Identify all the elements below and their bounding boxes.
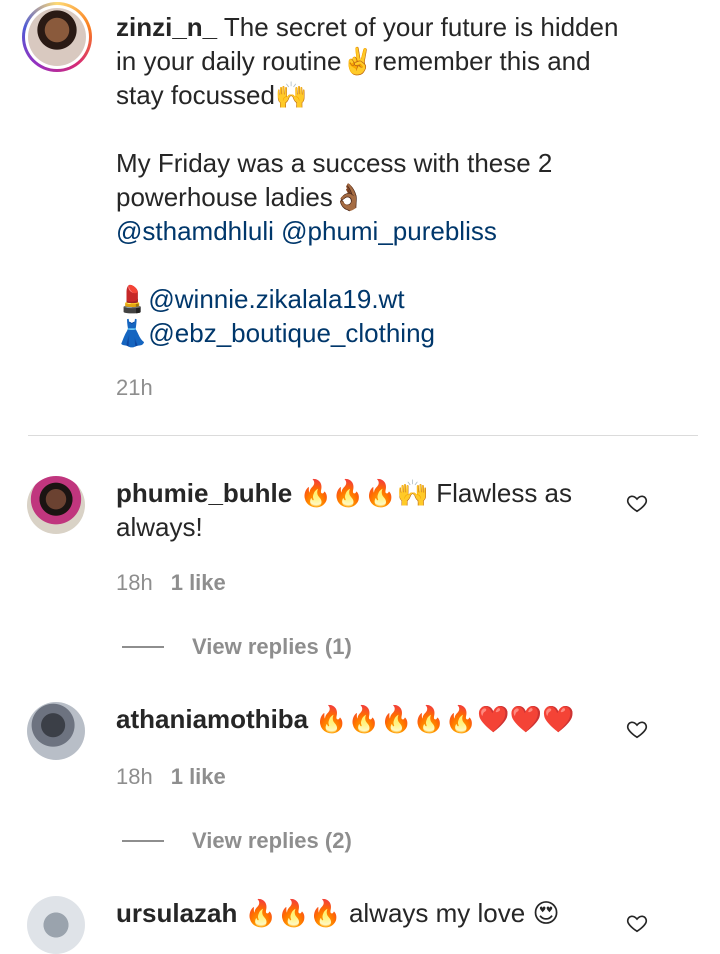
comment-username[interactable]: phumie_buhle (116, 478, 292, 508)
comment-meta: 18h 1 like (116, 570, 226, 596)
comment-timestamp: 18h (116, 570, 153, 595)
comment-timestamp: 18h (116, 764, 153, 789)
comment-likes[interactable]: 1 like (171, 570, 226, 595)
comment-body-line-1: 🔥🔥🔥🙌 Flawless as (292, 478, 573, 508)
caption-line-4: My Friday was a success with these 2 (116, 148, 553, 178)
caption-line-1: The secret of your future is hidden (217, 12, 619, 42)
view-replies-label: View replies (2) (192, 828, 352, 853)
heart-outline-icon[interactable] (626, 718, 648, 740)
comment-meta: 18h 1 like (116, 764, 226, 790)
comment-likes[interactable]: 1 like (171, 764, 226, 789)
comment-username[interactable]: ursulazah (116, 898, 237, 928)
comment-text: athaniamothiba 🔥🔥🔥🔥🔥❤️❤️❤️ (116, 702, 616, 736)
comment-body-line-1: 🔥🔥🔥🔥🔥❤️❤️❤️ (308, 704, 575, 734)
dress-icon: 👗 (116, 318, 149, 348)
commenter-avatar[interactable] (27, 702, 85, 760)
view-replies-label: View replies (1) (192, 634, 352, 659)
comment-username[interactable]: athaniamothiba (116, 704, 308, 734)
lipstick-icon: 💄 (116, 284, 149, 314)
comment-body-line-2: always! (116, 512, 203, 542)
view-replies-button[interactable]: View replies (1) (122, 634, 352, 660)
heart-outline-icon[interactable] (626, 492, 648, 514)
mentions-link[interactable]: @sthamdhluli @phumi_purebliss (116, 216, 497, 246)
post-username[interactable]: zinzi_n_ (116, 12, 217, 42)
commenter-avatar[interactable] (27, 476, 85, 534)
caption-text: zinzi_n_ The secret of your future is hi… (116, 10, 676, 350)
commenter-avatar[interactable] (27, 896, 85, 954)
divider (28, 435, 698, 436)
post-author-avatar[interactable] (22, 2, 92, 72)
replies-line (122, 840, 164, 842)
comment-body-line-1: 🔥🔥🔥 always my love 😍 (237, 898, 560, 928)
heart-outline-icon[interactable] (626, 912, 648, 934)
caption-line-3: stay focussed🙌 (116, 80, 308, 110)
caption-line-5: powerhouse ladies👌🏾 (116, 182, 366, 212)
comment-text: phumie_buhle 🔥🔥🔥🙌 Flawless as always! (116, 476, 596, 544)
mention-makeup-link[interactable]: @winnie.zikalala19.wt (148, 284, 404, 314)
post-timestamp: 21h (116, 375, 153, 400)
caption-line-2: in your daily routine✌️remember this and (116, 46, 591, 76)
mention-clothing-link[interactable]: @ebz_boutique_clothing (148, 318, 435, 348)
comment-text: ursulazah 🔥🔥🔥 always my love 😍 (116, 896, 616, 930)
replies-line (122, 646, 164, 648)
view-replies-button[interactable]: View replies (2) (122, 828, 352, 854)
